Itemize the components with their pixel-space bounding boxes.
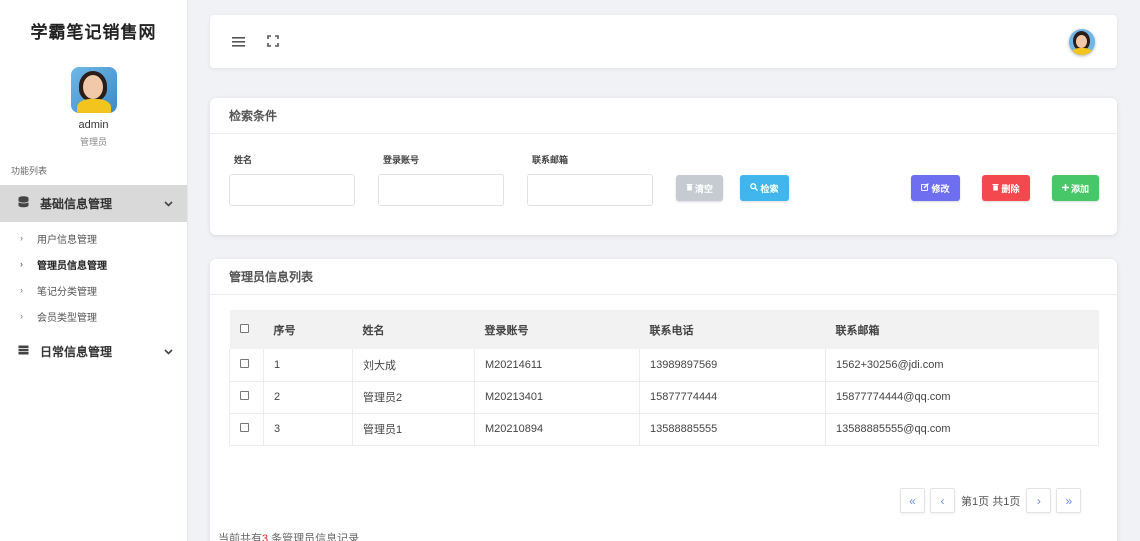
fullscreen-icon[interactable] — [267, 34, 279, 50]
row-checkbox[interactable] — [240, 391, 249, 400]
cell-email: 13588885555@qq.com — [825, 413, 1099, 445]
search-button-label: 检索 — [760, 183, 779, 194]
delete-button-label: 删除 — [1001, 183, 1020, 194]
row-select-cell — [229, 349, 264, 381]
column-header: 登录账号 — [484, 324, 529, 337]
admin-list-panel: 管理员信息列表 序号 姓名 登录账号 联系电话 联系邮箱 1 刘大成 M2021… — [210, 259, 1117, 541]
trash-icon — [992, 183, 999, 193]
account-field-group: 登录账号 — [378, 153, 504, 206]
menu-title: 功能列表 — [11, 166, 48, 176]
server-icon — [18, 345, 40, 358]
search-icon — [750, 183, 759, 193]
table-row[interactable]: 3 管理员1 M20210894 13588885555 13588885555… — [229, 413, 1099, 445]
list-panel-title: 管理员信息列表 — [210, 259, 1117, 295]
row-select-cell — [229, 381, 264, 413]
trash-icon — [686, 183, 693, 193]
plus-icon — [1061, 183, 1069, 193]
submenu-basic-info: › 用户信息管理 › 管理员信息管理 › 笔记分类管理 › 会员类型管理 — [0, 225, 187, 329]
clear-button[interactable]: 清空 — [676, 175, 723, 201]
user-name: admin — [78, 119, 109, 131]
menu-group-basic-info[interactable]: 基础信息管理 — [0, 185, 187, 222]
name-field-group: 姓名 — [229, 153, 355, 206]
name-input[interactable] — [229, 174, 355, 206]
edit-icon — [921, 183, 930, 193]
brand-title: 学霸笔记销售网 — [30, 23, 157, 42]
top-bar — [210, 15, 1117, 68]
search-panel: 检索条件 姓名 登录账号 联系邮箱 清空 检索 修改 删除 添加 — [210, 98, 1117, 235]
delete-button[interactable]: 删除 — [982, 175, 1030, 201]
chevron-right-icon: › — [20, 259, 23, 269]
chevron-down-icon — [164, 347, 173, 357]
cell-name: 管理员2 — [352, 381, 475, 413]
prev-page-button[interactable]: ‹ — [930, 488, 955, 513]
email-input[interactable] — [527, 174, 653, 206]
select-all-cell — [230, 310, 264, 349]
cell-account: M20214611 — [474, 349, 640, 381]
menu-group-label: 基础信息管理 — [40, 197, 113, 211]
record-count-note: 当前共有3 条管理员信息记录 — [218, 530, 359, 541]
sidebar: 学霸笔记销售网 admin 管理员 功能列表 基础信息管理 › 用户信息管理 ›… — [0, 0, 188, 541]
cell-no: 2 — [263, 381, 353, 413]
cell-no: 3 — [263, 413, 353, 445]
column-header: 姓名 — [362, 324, 385, 337]
account-input[interactable] — [378, 174, 504, 206]
chevron-right-icon: › — [20, 285, 23, 295]
menu-toggle-icon[interactable] — [232, 34, 245, 50]
row-checkbox[interactable] — [240, 423, 249, 432]
menu-group-label: 日常信息管理 — [40, 345, 113, 359]
last-page-button[interactable]: » — [1056, 488, 1082, 513]
user-role: 管理员 — [79, 137, 107, 147]
table-header-row: 序号 姓名 登录账号 联系电话 联系邮箱 — [229, 310, 1099, 349]
sidebar-item-member-type[interactable]: › 会员类型管理 — [0, 303, 187, 329]
sidebar-item-note-category[interactable]: › 笔记分类管理 — [0, 277, 187, 303]
database-icon — [18, 196, 40, 211]
table-row[interactable]: 1 刘大成 M20214611 13989897569 1562+30256@j… — [229, 349, 1099, 381]
cell-phone: 13989897569 — [639, 349, 826, 381]
email-field-label: 联系邮箱 — [532, 155, 569, 165]
menu-group-daily-info[interactable]: 日常信息管理 — [0, 333, 187, 370]
sidebar-item-label: 笔记分类管理 — [37, 286, 97, 298]
cell-account: M20213401 — [474, 381, 640, 413]
chevron-right-icon: › — [20, 233, 23, 243]
edit-button[interactable]: 修改 — [911, 175, 960, 201]
cell-email: 15877774444@qq.com — [825, 381, 1099, 413]
edit-button-label: 修改 — [931, 183, 950, 194]
chevron-down-icon — [164, 199, 173, 209]
row-checkbox[interactable] — [240, 358, 249, 368]
sidebar-item-label: 用户信息管理 — [37, 234, 97, 246]
column-header: 联系邮箱 — [835, 324, 880, 337]
admin-table: 序号 姓名 登录账号 联系电话 联系邮箱 1 刘大成 M20214611 139… — [229, 310, 1099, 446]
sidebar-item-admin-info[interactable]: › 管理员信息管理 — [0, 251, 187, 277]
cell-phone: 13588885555 — [639, 413, 826, 445]
next-page-button[interactable]: › — [1026, 488, 1052, 513]
sidebar-item-label: 管理员信息管理 — [37, 260, 107, 272]
page-indicator: 第1页 共1页 — [961, 495, 1021, 508]
table-row[interactable]: 2 管理员2 M20213401 15877774444 15877774444… — [229, 381, 1099, 413]
cell-email: 1562+30256@jdi.com — [825, 349, 1099, 381]
cell-phone: 15877774444 — [639, 381, 826, 413]
cell-no: 1 — [263, 349, 353, 381]
email-field-group: 联系邮箱 — [527, 153, 653, 206]
select-all-checkbox[interactable] — [239, 323, 249, 333]
pagination: « ‹ 第1页 共1页 › » — [900, 488, 1082, 513]
row-select-cell — [229, 413, 264, 445]
chevron-right-icon: › — [20, 311, 23, 321]
clear-button-label: 清空 — [694, 183, 713, 194]
user-avatar — [70, 67, 117, 113]
sidebar-item-label: 会员类型管理 — [37, 312, 97, 324]
sidebar-item-user-info[interactable]: › 用户信息管理 — [0, 225, 187, 251]
search-panel-title: 检索条件 — [210, 98, 1117, 134]
add-button[interactable]: 添加 — [1052, 175, 1099, 201]
search-button[interactable]: 检索 — [740, 175, 789, 201]
cell-name: 管理员1 — [352, 413, 475, 445]
name-field-label: 姓名 — [234, 155, 253, 165]
first-page-button[interactable]: « — [900, 488, 925, 513]
column-header: 序号 — [273, 324, 296, 337]
add-button-label: 添加 — [1070, 183, 1089, 194]
user-avatar-small[interactable] — [1069, 28, 1095, 55]
account-field-label: 登录账号 — [383, 155, 420, 165]
cell-name: 刘大成 — [352, 349, 475, 381]
cell-account: M20210894 — [474, 413, 640, 445]
column-header: 联系电话 — [649, 324, 694, 337]
